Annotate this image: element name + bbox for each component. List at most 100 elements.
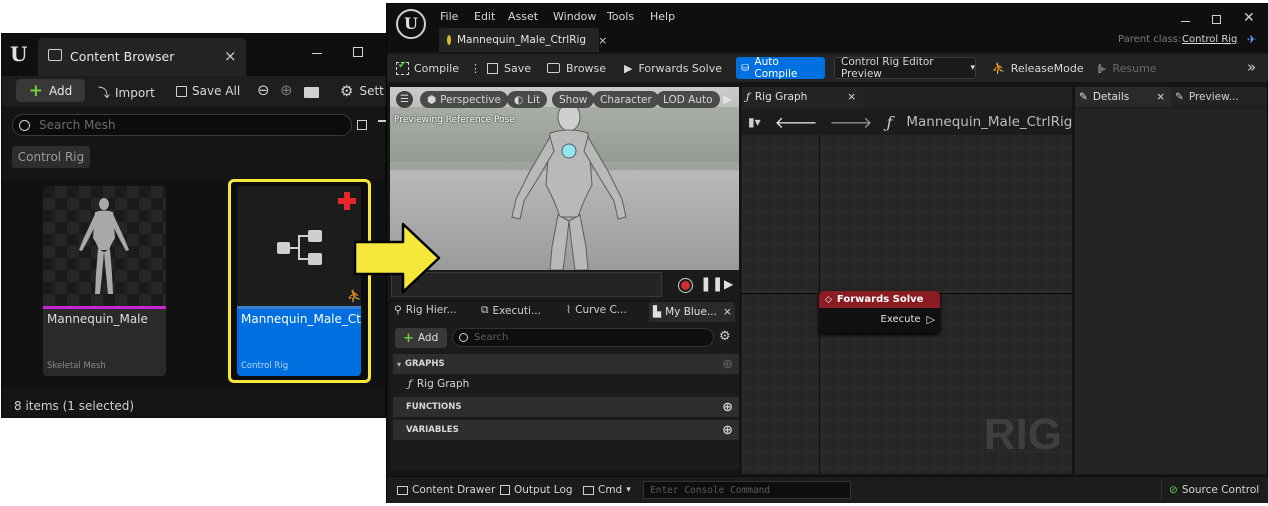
lod-pill[interactable]: LOD Auto [656,91,720,108]
output-log-button[interactable]: Output Log [500,484,573,496]
filter-chip-control-rig[interactable]: Control Rig [12,146,90,168]
close-icon[interactable]: × [224,47,237,65]
play-icon[interactable]: ▶ [723,92,732,106]
viewport-options-icon[interactable]: ☰ [396,91,413,108]
checker-thumbnail [43,186,166,306]
character-pill[interactable]: Character [593,91,659,108]
close-icon[interactable]: × [847,91,856,103]
record-icon[interactable] [678,278,693,293]
close-icon[interactable]: × [1156,91,1165,103]
graph-breadcrumb[interactable]: Mannequin_Male_CtrlRig [906,114,1072,130]
tab-execution-stack[interactable]: ⧉ Executi... [481,304,541,317]
content-browser-tab[interactable]: Content Browser × [38,38,246,76]
import-label: Import [115,85,155,100]
menu-file[interactable]: File [440,10,458,23]
asset-tile-mannequin[interactable]: Mannequin_Male Skeletal Mesh [43,186,166,376]
minimize-icon[interactable] [312,53,322,54]
parent-class-link[interactable]: Control Rig [1182,34,1237,45]
browse-button[interactable]: Browse [547,57,606,79]
close-icon[interactable]: × [598,34,607,47]
menu-help[interactable]: Help [650,10,675,23]
viewport-overlay-text: Previewing Reference Pose [394,115,515,125]
search-input[interactable]: Search Mesh [12,114,352,136]
tab-curve-container[interactable]: ⌇ Curve C... [566,304,627,316]
pause-icon[interactable]: ❚❚ [700,276,723,292]
tutorial-arrow [353,222,441,294]
variables-section-header[interactable]: VARIABLES ⊕ [393,420,739,440]
mybp-search-input[interactable]: Search [452,328,714,347]
menu-window[interactable]: Window [553,10,596,23]
maximize-icon[interactable] [353,47,363,57]
add-variable-icon[interactable]: ⊕ [722,423,733,438]
ctrlrig-thumbnail: ⛹ [237,186,361,306]
back-icon[interactable]: ⊖ [257,81,270,99]
add-button-label: Add [49,83,73,98]
rig-graph-panel[interactable]: ƒ Rig Graph × ▮▾ 🡐 🡒 ƒ Mannequin_Male_Ct… [742,87,1072,474]
preview-dropdown[interactable]: Control Rig Editor Preview ▾ [834,56,976,80]
save-all-label: Save All [192,84,241,98]
asset-tile-ctrlrig[interactable]: ⛹ Mannequin_Male_CtrlRig Control Rig [237,186,361,376]
save-button[interactable]: Save [487,57,531,79]
bookmark-icon[interactable]: ▮▾ [748,115,761,129]
auto-compile-icon: ⛁ [741,62,750,74]
rig-graph-tab[interactable]: ƒ Rig Graph × [742,87,862,107]
maximize-icon[interactable] [1212,15,1221,24]
functions-section-header[interactable]: FUNCTIONS ⊕ [393,397,739,417]
gear-icon[interactable]: ⚙ [719,329,731,344]
function-icon: ƒ [886,112,893,132]
chevron-down-icon: ▾ [970,63,975,73]
save-all-button[interactable]: Save All [176,84,240,98]
forwards-solve-button[interactable]: ▶ Forwards Solve ⋮ [624,57,745,79]
add-button[interactable]: + Add [16,79,85,102]
graph-item-rig-graph[interactable]: ƒ Rig Graph [408,378,469,390]
minimize-icon[interactable] [1181,21,1190,22]
details-tab[interactable]: ✎ Details × [1075,87,1171,107]
graphs-section-header[interactable]: ▾ GRAPHS ⊕ [393,354,739,374]
menu-asset[interactable]: Asset [508,10,538,23]
tab-my-blueprint[interactable]: ▙ My Blue... × [649,302,735,322]
add-function-icon[interactable]: ⊕ [722,400,733,415]
settings-button[interactable]: ⚙ Sett [340,82,384,100]
close-window-icon[interactable]: ✕ [1243,10,1255,26]
resume-button[interactable]: ▶ Resume [1098,57,1157,79]
tab-rig-hierarchy[interactable]: ⚲ Rig Hier... [394,304,457,316]
gear-icon: ⚙ [340,82,354,100]
console-placeholder: Enter Console Command [650,484,771,496]
control-rig-type-bar [237,306,361,309]
character-label: Character [600,93,652,106]
log-icon [500,485,510,495]
back-arrow-icon[interactable]: 🡐 [775,112,818,132]
cmd-dropdown[interactable]: Cmd ▾ [583,484,631,496]
release-mode-button[interactable]: ⛹ ReleaseMode ⋮ [992,57,1106,79]
preview-tab[interactable]: ✎ Preview... [1171,87,1267,107]
node-exec-pin[interactable]: Execute ▷ [881,313,935,326]
forwards-solve-node[interactable]: ◇ Forwards Solve Execute ▷ [819,291,940,333]
add-graph-icon[interactable]: ⊕ [722,357,733,372]
lit-pill[interactable]: ◐ Lit [507,91,548,108]
details-panel: ✎ Details × ✎ Preview... [1075,87,1267,474]
show-pill[interactable]: Show [552,91,595,108]
source-control-button[interactable]: ⊘ Source Control [1169,484,1259,496]
save-search-icon[interactable] [357,120,367,130]
auto-compile-button[interactable]: ⛁ Auto Compile [736,56,825,80]
console-input[interactable]: Enter Console Command [643,481,851,499]
compile-button[interactable]: ✔ Compile ⋮ [396,57,481,79]
import-button[interactable]: ⤵ Import [98,84,155,101]
forward-icon[interactable]: ⊕ [280,81,293,99]
menu-edit[interactable]: Edit [474,10,495,23]
forward-arrow-icon[interactable]: 🡒 [830,112,873,132]
document-tab[interactable]: Mannequin_Male_CtrlRig × [439,28,607,52]
show-label: Show [559,93,588,106]
perspective-pill[interactable]: ⬢ Perspective [420,91,508,108]
filter-icon[interactable] [378,120,386,122]
toolbar-overflow-icon[interactable]: » [1247,58,1256,76]
compile-options-icon[interactable]: ⋮ [470,62,481,75]
close-icon[interactable]: × [723,306,732,318]
menu-tools[interactable]: Tools [607,10,634,23]
node-title: Forwards Solve [836,294,924,305]
folder-nav-icon[interactable] [304,87,319,98]
mybp-add-button[interactable]: + Add [395,328,447,348]
compile-icon: ✔ [396,60,409,75]
content-drawer-button[interactable]: Content Drawer [397,484,495,496]
step-icon[interactable]: ▶ [724,277,733,291]
